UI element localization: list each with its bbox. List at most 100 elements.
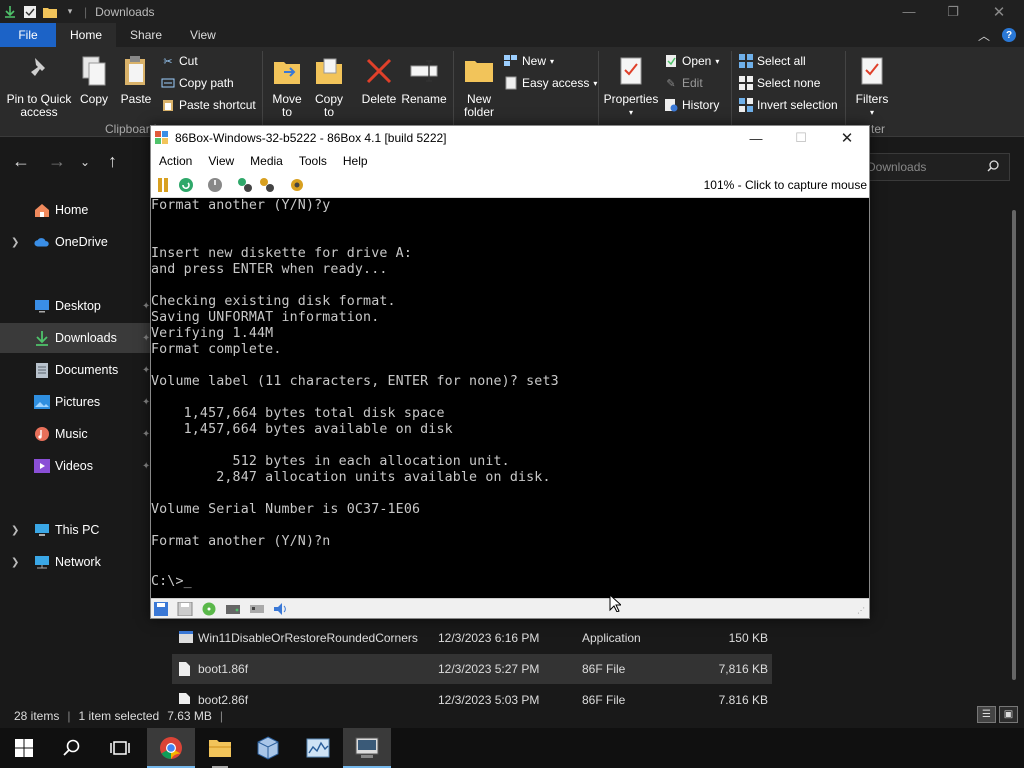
expand-chevron-icon[interactable]: ❯ [11,525,19,536]
tab-home[interactable]: Home [56,23,117,47]
tab-file[interactable]: File [0,23,56,47]
86box-status-bar: ⋰ [151,598,869,618]
sidebar-item-label: Documents [55,363,119,377]
sidebar-item-network[interactable]: ❯ Network [0,547,160,577]
pin-quick-access-button[interactable]: Pin to Quick access [6,55,72,119]
network-card-icon[interactable] [249,602,265,616]
forward-arrow-icon[interactable]: → [48,151,66,172]
tab-view[interactable]: View [176,23,230,47]
86box-maximize-button[interactable]: ☐ [778,126,824,150]
86box-taskbar-button[interactable] [343,728,391,768]
start-button[interactable] [0,728,48,768]
customize-dropdown-icon[interactable]: ▾ [62,4,78,20]
minimize-button[interactable]: — [886,0,932,23]
copy-button[interactable]: Copy [78,55,110,106]
easy-access-button[interactable]: Easy access ▾ [504,76,597,90]
cdrom-icon[interactable] [201,602,217,616]
monitor-app-taskbar-button[interactable] [294,728,342,768]
new-item-button[interactable]: New ▾ [504,54,554,68]
search-input[interactable]: Downloads [860,153,1010,181]
chrome-taskbar-button[interactable] [147,728,195,768]
resize-grip-icon[interactable]: ⋰ [857,606,867,616]
emulator-screen[interactable]: Format another (Y/N)?y Insert new diskett… [151,198,869,598]
file-row-selected[interactable]: boot1.86f 12/3/2023 5:27 PM 86F File 7,8… [172,654,772,684]
scissors-icon: ✂ [163,55,173,68]
sidebar-item-pictures[interactable]: Pictures ✦ [0,387,160,417]
close-button[interactable]: ✕ [976,0,1022,23]
floppy-drive-icon[interactable] [153,602,169,616]
open-button[interactable]: Open ▾ [664,54,719,68]
cut-button[interactable]: ✂ Cut [161,54,197,68]
history-button[interactable]: History [664,98,719,112]
recent-locations-chevron-icon[interactable]: ⌄ [80,155,90,169]
ctrl-alt-esc-icon[interactable] [259,177,275,193]
copy-path-button[interactable]: Copy path [161,76,234,90]
floppy-drive-b-icon[interactable] [177,602,193,616]
power-off-icon[interactable] [207,177,223,193]
invert-selection-button[interactable]: Invert selection [739,98,838,112]
select-all-button[interactable]: Select all [739,54,806,68]
select-none-button[interactable]: Select none [739,76,820,90]
delete-button[interactable]: Delete [361,55,397,106]
sidebar-item-downloads[interactable]: Downloads ✦ [0,323,160,353]
new-folder-icon[interactable] [42,4,58,20]
sidebar-item-home[interactable]: Home [0,195,160,225]
collapse-ribbon-icon[interactable]: ︿ [978,27,990,44]
hard-disk-icon[interactable] [225,602,241,616]
menu-view[interactable]: View [200,154,242,168]
task-view-button[interactable] [96,728,144,768]
ctrl-alt-del-icon[interactable] [237,177,253,193]
file-row[interactable]: Win11DisableOrRestoreRoundedCorners 12/3… [172,623,772,653]
86box-minimize-button[interactable]: — [733,126,779,150]
ribbon-tabs: File Home Share View ︿ ? [0,23,1024,47]
sidebar-item-this-pc[interactable]: ❯ This PC [0,515,160,545]
rename-button[interactable]: Rename [401,55,447,106]
tab-share[interactable]: Share [116,23,176,47]
sidebar-item-videos[interactable]: Videos ✦ [0,451,160,481]
menu-media[interactable]: Media [242,154,291,168]
file-explorer-taskbar-button[interactable] [196,728,244,768]
filters-button[interactable]: Filters ▾ [852,55,892,119]
sidebar-item-desktop[interactable]: Desktop ✦ [0,291,160,321]
properties-button[interactable]: Properties ▾ [604,55,658,119]
menu-action[interactable]: Action [151,154,200,168]
properties-check-icon[interactable] [22,4,38,20]
scrollbar-thumb[interactable] [1012,210,1016,680]
sound-icon[interactable] [273,602,289,616]
new-folder-button[interactable]: New folder [460,55,498,119]
up-arrow-icon[interactable]: ↑ [108,151,117,172]
menu-tools[interactable]: Tools [291,154,335,168]
large-icons-view-icon[interactable]: ▣ [999,706,1018,723]
virtualbox-taskbar-button[interactable] [244,728,292,768]
sidebar-item-music[interactable]: Music ✦ [0,419,160,449]
capture-mouse-hint[interactable]: 101% - Click to capture mouse [704,178,867,192]
sidebar-item-documents[interactable]: Documents ✦ [0,355,160,385]
pause-icon[interactable] [155,177,171,193]
desktop-icon [34,298,50,314]
help-icon[interactable]: ? [1002,28,1016,42]
paste-button[interactable]: Paste [120,55,152,106]
settings-gear-icon[interactable] [289,177,305,193]
details-view-icon[interactable]: ☰ [977,706,996,723]
restore-button[interactable]: ❐ [930,0,976,23]
history-icon [664,98,678,112]
paste-shortcut-button[interactable]: Paste shortcut [161,98,256,112]
taskbar [0,728,1024,768]
new-item-icon [504,54,518,68]
edit-button[interactable]: ✎ Edit [664,76,702,90]
reset-icon[interactable] [178,177,194,193]
expand-chevron-icon[interactable]: ❯ [11,557,19,568]
menu-help[interactable]: Help [335,154,376,168]
new-item-label: New [522,54,547,68]
back-arrow-icon[interactable]: ← [12,151,30,172]
86box-close-button[interactable]: ✕ [824,126,870,150]
ribbon-separator [598,51,599,131]
vertical-scrollbar[interactable] [1010,210,1018,700]
copy-to-button[interactable]: Copy to [312,55,346,119]
move-to-button[interactable]: Move to [270,55,304,119]
sidebar-item-onedrive[interactable]: ❯ OneDrive [0,227,160,257]
expand-chevron-icon[interactable]: ❯ [11,237,19,248]
download-arrow-icon[interactable] [2,4,18,20]
file-row[interactable]: boot2.86f 12/3/2023 5:03 PM 86F File 7,8… [172,685,772,704]
search-taskbar-button[interactable] [48,728,96,768]
